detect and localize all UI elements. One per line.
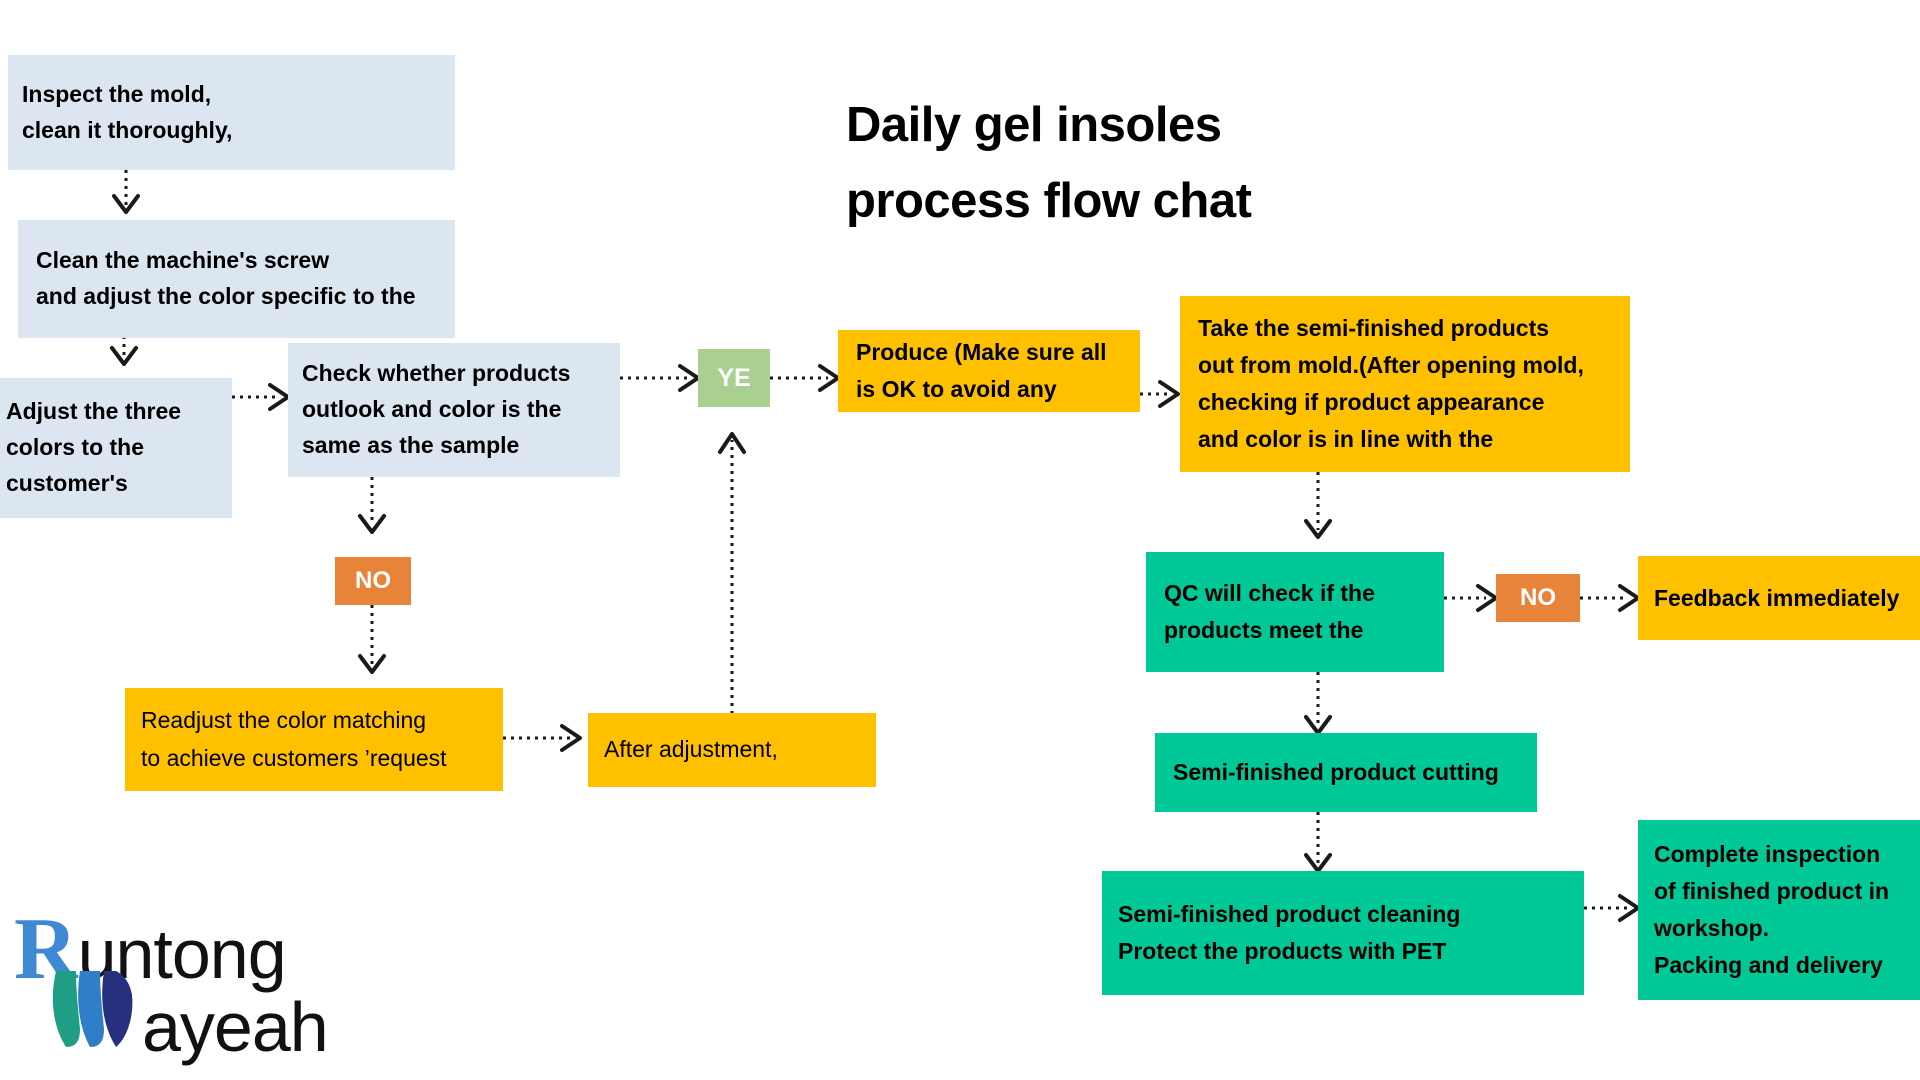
node-label: Feedback immediately: [1654, 584, 1900, 611]
node-label: Semi-finished product cleaning Protect t…: [1118, 901, 1461, 964]
node-label: Semi-finished product cutting: [1173, 759, 1499, 786]
logo-mark-w: [46, 967, 142, 1051]
node-label: QC will check if the products meet the: [1164, 580, 1375, 643]
node-label: NO: [1520, 584, 1556, 611]
node-label: Take the semi-finished products out from…: [1198, 315, 1584, 452]
node-label: Inspect the mold, clean it thoroughly,: [22, 80, 233, 143]
node-label: Adjust the three colors to the customer'…: [6, 398, 182, 496]
node-check-outlook[interactable]: Check whether products outlook and color…: [288, 343, 620, 477]
node-label: YE: [717, 363, 751, 392]
flowchart-canvas: Daily gel insoles process flow chat Insp…: [0, 0, 1920, 1080]
node-take-semi-finished[interactable]: Take the semi-finished products out from…: [1180, 296, 1630, 472]
node-adjust-three-colors[interactable]: Adjust the three colors to the customer'…: [0, 378, 232, 518]
node-feedback[interactable]: Feedback immediately: [1638, 556, 1920, 640]
node-after-adjustment[interactable]: After adjustment,: [588, 713, 876, 787]
node-semi-cleaning[interactable]: Semi-finished product cleaning Protect t…: [1102, 871, 1584, 995]
page-title: Daily gel insoles process flow chat: [846, 98, 1252, 228]
node-clean-screw[interactable]: Clean the machine's screw and adjust the…: [18, 220, 455, 338]
node-semi-cutting[interactable]: Semi-finished product cutting: [1155, 733, 1537, 812]
logo-word-ayeah: ayeah: [142, 988, 329, 1066]
node-label: After adjustment,: [604, 736, 778, 763]
node-qc-check[interactable]: QC will check if the products meet the: [1146, 552, 1444, 672]
node-label: Check whether products outlook and color…: [302, 360, 571, 458]
node-readjust-color[interactable]: Readjust the color matching to achieve c…: [125, 688, 503, 791]
node-decision-yes[interactable]: YE: [698, 349, 770, 407]
node-complete-inspection[interactable]: Complete inspection of finished product …: [1638, 820, 1920, 1000]
company-logo: R untong ayeah: [8, 905, 408, 1066]
node-label: Complete inspection of finished product …: [1654, 841, 1890, 978]
node-label: NO: [355, 567, 391, 594]
node-produce[interactable]: Produce (Make sure all is OK to avoid an…: [838, 330, 1140, 412]
node-label: Clean the machine's screw and adjust the…: [36, 247, 416, 309]
node-decision-no-right[interactable]: NO: [1496, 574, 1580, 622]
node-inspect-mold[interactable]: Inspect the mold, clean it thoroughly,: [8, 55, 455, 170]
logo-line-2: ayeah: [46, 967, 329, 1066]
node-label: Produce (Make sure all is OK to avoid an…: [856, 339, 1107, 402]
node-decision-no-left[interactable]: NO: [335, 557, 411, 605]
node-label: Readjust the color matching to achieve c…: [141, 707, 447, 771]
